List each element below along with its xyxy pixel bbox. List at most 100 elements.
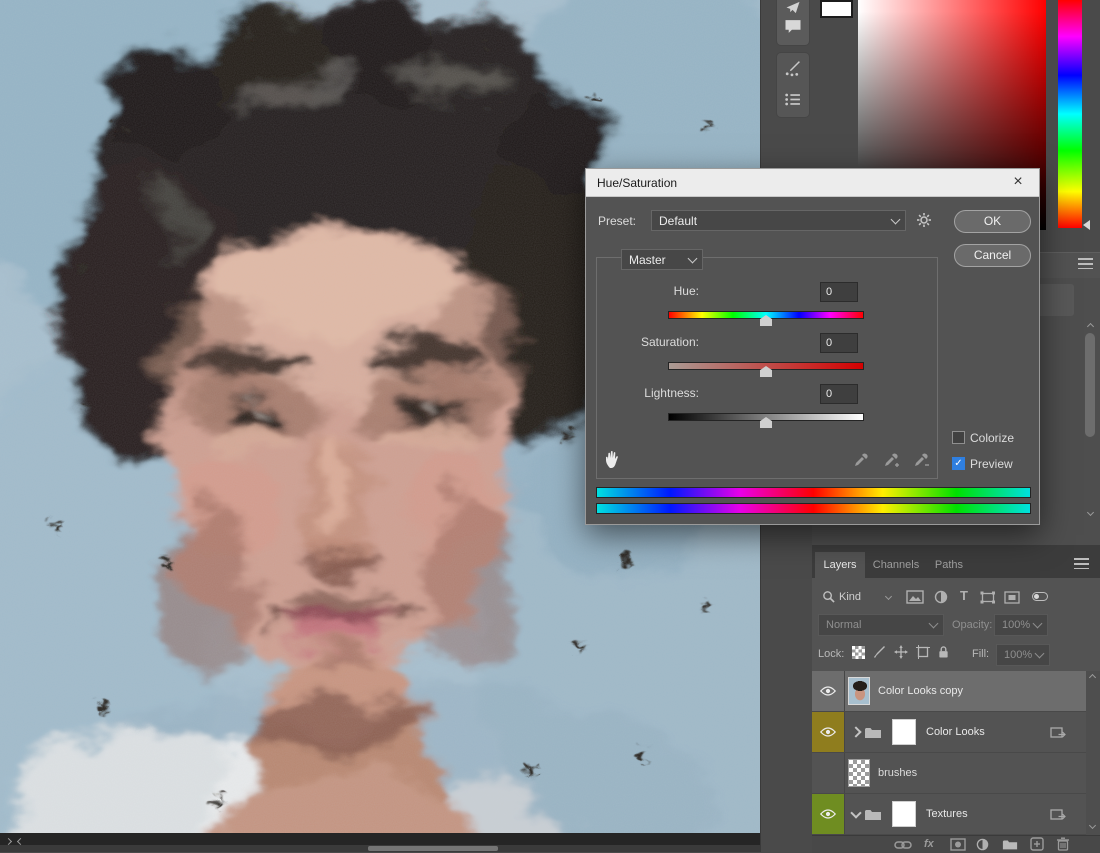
hue-saturation-dialog: Hue/Saturation × Preset: Default OK Canc… [585, 168, 1040, 525]
eyedropper-icon[interactable] [853, 451, 869, 469]
layer-row-color-looks-copy[interactable]: Color Looks copy [812, 671, 1086, 712]
horizontal-scrollbar[interactable] [0, 845, 760, 852]
filter-kind-dropdown[interactable]: Kind [839, 591, 861, 603]
lightness-label: Lightness: [601, 386, 699, 400]
close-icon[interactable]: × [997, 169, 1039, 196]
hue-label: Hue: [601, 284, 699, 298]
colorize-label: Colorize [970, 431, 1014, 445]
layer-thumbnail[interactable] [848, 759, 870, 787]
new-group-icon[interactable] [1002, 838, 1018, 851]
lock-all-icon[interactable] [938, 645, 949, 659]
foreground-color-swatch[interactable] [820, 0, 853, 18]
lock-artboard-icon[interactable] [916, 645, 930, 659]
lock-transparency-icon[interactable] [852, 646, 865, 659]
tab-channels[interactable]: Channels [867, 552, 925, 578]
visibility-cell[interactable] [812, 794, 845, 834]
layer-name: Color Looks [926, 726, 985, 738]
brush-settings-icon[interactable] [784, 60, 801, 77]
group-collapsed-chevron-icon[interactable] [850, 726, 861, 737]
check-icon: ✓ [954, 458, 962, 469]
eyedropper-plus-icon[interactable] [883, 451, 899, 469]
group-badge-icon [1050, 808, 1066, 821]
eyedropper-minus-icon[interactable] [913, 451, 929, 469]
comments-icon[interactable] [784, 19, 802, 34]
lightness-value-input[interactable]: 0 [820, 384, 858, 404]
folder-icon [864, 726, 882, 739]
saturation-value-input[interactable]: 0 [820, 333, 858, 353]
panel-scrollbar-thumb[interactable] [1085, 333, 1095, 437]
ok-button[interactable]: OK [954, 210, 1031, 233]
layers-scroll-up-icon[interactable] [1089, 674, 1096, 681]
cancel-button[interactable]: Cancel [954, 244, 1031, 267]
layer-row-brushes[interactable]: brushes [812, 753, 1086, 794]
add-mask-icon[interactable] [950, 838, 966, 851]
hue-strip-handle[interactable] [1083, 220, 1090, 230]
layer-thumbnail[interactable] [848, 677, 870, 705]
lock-paint-icon[interactable] [872, 645, 886, 659]
tab-paths-label: Paths [935, 559, 963, 571]
tab-channels-label: Channels [873, 559, 919, 571]
preset-dropdown[interactable]: Default [651, 210, 906, 231]
layers-action-bar: fx [812, 835, 1100, 853]
fill-label: Fill: [972, 648, 989, 660]
tab-layers-label: Layers [823, 559, 856, 571]
status-expand-icon[interactable] [5, 838, 12, 845]
scrubby-hand-icon[interactable] [603, 449, 623, 469]
layer-row-textures[interactable]: Textures [812, 794, 1086, 835]
hue-value-input[interactable]: 0 [820, 282, 858, 302]
visibility-cell[interactable] [812, 671, 845, 711]
filter-shape-layers-icon[interactable] [980, 591, 996, 604]
group-thumbnail[interactable] [892, 801, 916, 827]
filter-adjustment-layers-icon[interactable] [934, 590, 948, 604]
channel-value: Master [629, 253, 666, 267]
layer-effects-icon[interactable]: fx [924, 838, 934, 850]
visibility-cell[interactable] [812, 753, 845, 793]
layers-panel-menu-icon[interactable] [1074, 558, 1089, 569]
filter-smart-objects-icon[interactable] [1004, 591, 1020, 604]
opacity-value-box[interactable]: 100% [994, 614, 1048, 636]
layer-name: Color Looks copy [878, 685, 963, 697]
preset-options-gear-icon[interactable] [916, 212, 932, 228]
dialog-title: Hue/Saturation [597, 176, 677, 190]
link-layers-icon[interactable] [894, 840, 912, 850]
tab-paths[interactable]: Paths [927, 552, 971, 578]
horizontal-scrollbar-thumb[interactable] [368, 846, 498, 851]
fill-value: 100% [1004, 649, 1032, 661]
layer-row-color-looks[interactable]: Color Looks [812, 712, 1086, 753]
filter-type-layers-icon[interactable]: T [960, 588, 968, 603]
saturation-label: Saturation: [601, 335, 699, 349]
filter-toggle-switch[interactable] [1032, 592, 1048, 601]
lock-label: Lock: [818, 648, 844, 660]
new-layer-icon[interactable] [1030, 837, 1044, 851]
colorize-checkbox[interactable] [952, 431, 965, 444]
filter-kind-chevron-icon[interactable] [885, 593, 892, 600]
fill-value-box[interactable]: 100% [996, 644, 1050, 666]
status-collapse-icon[interactable] [17, 838, 24, 845]
opacity-value: 100% [1002, 619, 1030, 631]
visibility-cell[interactable] [812, 712, 845, 752]
share-icon[interactable] [784, 1, 802, 14]
delete-layer-icon[interactable] [1056, 837, 1070, 851]
channel-dropdown[interactable]: Master [621, 249, 703, 270]
group-expanded-chevron-icon[interactable] [850, 807, 861, 818]
eye-icon [820, 809, 836, 819]
preview-checkbox[interactable]: ✓ [952, 457, 965, 470]
layers-scrollbar[interactable] [1086, 671, 1100, 835]
layers-scroll-down-icon[interactable] [1089, 822, 1096, 829]
opacity-label: Opacity: [952, 619, 992, 631]
new-adjustment-layer-icon[interactable] [976, 838, 989, 851]
group-thumbnail[interactable] [892, 719, 916, 745]
properties-panel-menu-icon[interactable] [1078, 258, 1093, 269]
blend-mode-dropdown[interactable]: Normal [818, 614, 944, 636]
hue-strip[interactable] [1058, 0, 1082, 228]
brush-strokes-panel-icon[interactable] [784, 92, 801, 107]
dialog-titlebar[interactable]: Hue/Saturation × [586, 169, 1039, 197]
lock-position-icon[interactable] [894, 645, 908, 659]
layer-name: brushes [878, 767, 917, 779]
filter-pixel-layers-icon[interactable] [906, 590, 924, 604]
canvas-status-bar [0, 833, 760, 852]
folder-icon [864, 808, 882, 821]
eye-icon [820, 686, 836, 696]
spectrum-bar-adjusted [596, 503, 1031, 514]
tab-layers[interactable]: Layers [815, 552, 865, 578]
